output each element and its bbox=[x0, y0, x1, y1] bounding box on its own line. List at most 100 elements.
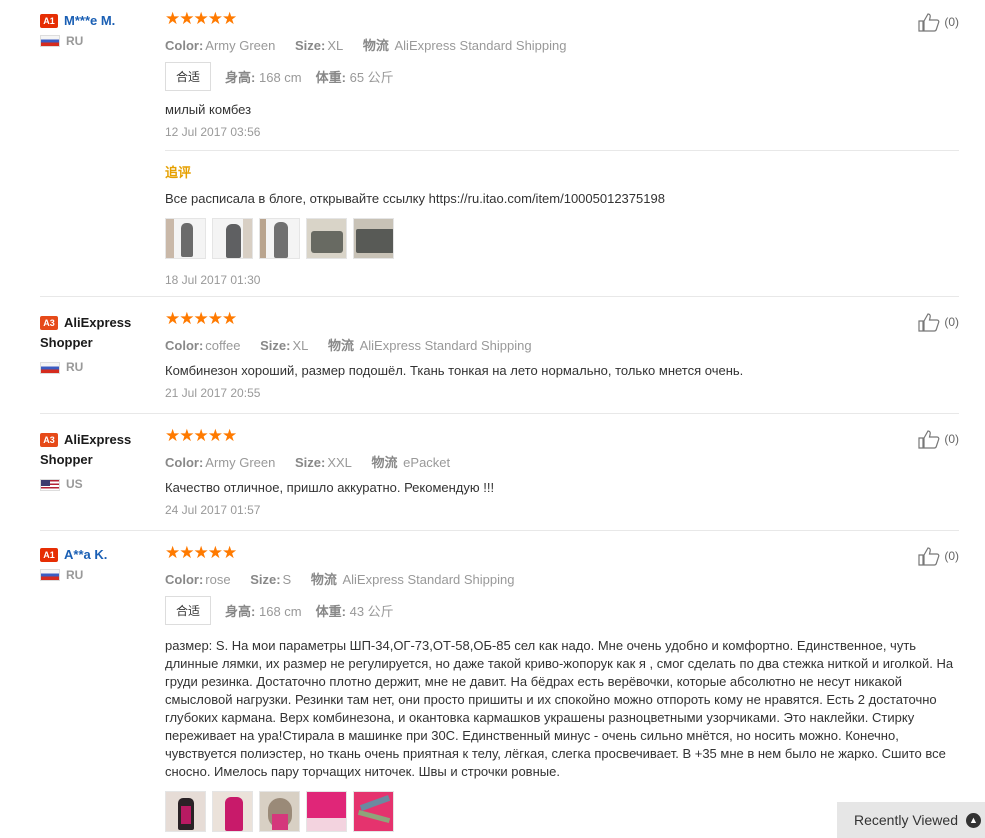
russia-flag-icon bbox=[40, 35, 60, 48]
country-code: RU bbox=[66, 360, 84, 375]
shipping-value: ePacket bbox=[403, 455, 451, 470]
review-date: 21 Jul 2017 20:55 bbox=[165, 386, 261, 400]
reviewer-name[interactable]: M***e M. bbox=[64, 13, 115, 28]
thumbs-up-icon bbox=[918, 13, 940, 32]
thumbs-up-icon bbox=[918, 547, 940, 566]
usa-flag-icon bbox=[40, 478, 60, 491]
review-text: Комбинезон хороший, размер подошёл. Ткан… bbox=[165, 363, 744, 378]
color-key: Color: bbox=[165, 338, 204, 353]
fit-tag: 合适 bbox=[165, 62, 212, 91]
helpful-button[interactable]: (0) bbox=[918, 12, 959, 32]
reviewer-country: RU bbox=[40, 358, 155, 377]
order-info: Color: Army Green Size: XXL 物流 ePacket bbox=[165, 452, 959, 471]
recently-viewed-button[interactable]: Recently Viewed ▲ bbox=[837, 802, 985, 838]
review-photo[interactable] bbox=[306, 218, 347, 259]
shipping-value: AliExpress Standard Shipping bbox=[359, 338, 532, 353]
review-photo[interactable] bbox=[353, 791, 394, 832]
shipping-key: 物流 bbox=[371, 455, 398, 470]
helpful-button[interactable]: (0) bbox=[918, 312, 959, 332]
review-date: 24 Jul 2017 01:57 bbox=[165, 503, 261, 517]
height-value: 168 cm bbox=[258, 70, 302, 85]
country-code: RU bbox=[66, 34, 84, 49]
size-key: Size: bbox=[260, 338, 291, 353]
reviewer-info: A3 AliExpress Shopper US bbox=[40, 429, 155, 494]
star-rating: ★★★★★ bbox=[165, 543, 237, 562]
review-body: ★★★★★ Color: rose Size: S 物流 AliExpress St… bbox=[165, 543, 959, 832]
helpful-count: (0) bbox=[944, 432, 959, 446]
level-badge: A1 bbox=[40, 13, 58, 28]
review-text: размер: S. На мои параметры ШП-34,ОГ-73,… bbox=[165, 638, 954, 779]
star-rating: ★★★★★ bbox=[165, 309, 237, 328]
size-value: XXL bbox=[327, 455, 352, 470]
reviewer-info: A3 AliExpress Shopper RU bbox=[40, 312, 155, 377]
reviewer-info: A1 A**a K. RU bbox=[40, 546, 155, 582]
follow-up-date: 18 Jul 2017 01:30 bbox=[165, 273, 261, 287]
reviewer-country: RU bbox=[40, 568, 155, 582]
country-code: US bbox=[66, 477, 83, 492]
review-divider bbox=[40, 530, 959, 531]
star-rating: ★★★★★ bbox=[165, 426, 237, 445]
russia-flag-icon bbox=[40, 569, 60, 582]
review-photo[interactable] bbox=[212, 218, 253, 259]
level-badge: A3 bbox=[40, 315, 58, 330]
shipping-key: 物流 bbox=[327, 338, 354, 353]
review-date: 12 Jul 2017 03:56 bbox=[165, 125, 261, 139]
review-body: ★★★★★ Color: Army Green Size: XXL 物流 ePack… bbox=[165, 426, 959, 517]
thumbs-up-icon bbox=[918, 430, 940, 449]
level-badge: A3 bbox=[40, 432, 58, 447]
size-value: S bbox=[282, 572, 292, 587]
color-key: Color: bbox=[165, 455, 204, 470]
photo-thumbnails bbox=[165, 218, 959, 259]
size-key: Size: bbox=[250, 572, 281, 587]
fit-info: 合适 身高: 168 cm 体重: 65 公斤 bbox=[165, 62, 959, 91]
thumbs-up-icon bbox=[918, 313, 940, 332]
shipping-value: AliExpress Standard Shipping bbox=[342, 572, 515, 587]
height-value: 168 cm bbox=[258, 604, 302, 619]
review-photo[interactable] bbox=[259, 218, 300, 259]
helpful-button[interactable]: (0) bbox=[918, 546, 959, 566]
size-key: Size: bbox=[294, 38, 326, 53]
shipping-value: AliExpress Standard Shipping bbox=[394, 38, 567, 53]
fit-info: 合适 身高: 168 cm 体重: 43 公斤 bbox=[165, 596, 959, 625]
color-value: Army Green bbox=[205, 38, 276, 53]
recently-viewed-label: Recently Viewed bbox=[853, 812, 958, 828]
review-photo[interactable] bbox=[259, 791, 300, 832]
shipping-key: 物流 bbox=[362, 38, 389, 53]
divider bbox=[165, 150, 959, 151]
review-photo[interactable] bbox=[165, 218, 206, 259]
size-value: XL bbox=[327, 38, 344, 53]
weight-key: 体重: bbox=[315, 70, 346, 85]
helpful-button[interactable]: (0) bbox=[918, 429, 959, 449]
helpful-count: (0) bbox=[944, 549, 959, 563]
weight-key: 体重: bbox=[315, 604, 346, 619]
weight-value: 43 公斤 bbox=[349, 604, 394, 619]
review-photo[interactable] bbox=[212, 791, 253, 832]
follow-up-label: 追评 bbox=[165, 165, 192, 180]
reviewer-country: US bbox=[40, 475, 155, 494]
star-rating: ★★★★★ bbox=[165, 9, 237, 28]
height-key: 身高: bbox=[225, 70, 256, 85]
review-photo[interactable] bbox=[353, 218, 394, 259]
helpful-count: (0) bbox=[944, 315, 959, 329]
country-code: RU bbox=[66, 568, 84, 583]
follow-up-text: Все расписала в блоге, открывайте ссылку… bbox=[165, 191, 665, 206]
color-value: Army Green bbox=[205, 455, 276, 470]
helpful-count: (0) bbox=[944, 15, 959, 29]
weight-value: 65 公斤 bbox=[349, 70, 394, 85]
color-value: coffee bbox=[205, 338, 241, 353]
reviewer-name[interactable]: A**a K. bbox=[64, 547, 107, 562]
order-info: Color: coffee Size: XL 物流 AliExpress Stand… bbox=[165, 335, 959, 354]
order-info: Color: Army Green Size: XL 物流 AliExpress S… bbox=[165, 35, 959, 54]
review-photo[interactable] bbox=[165, 791, 206, 832]
height-key: 身高: bbox=[225, 604, 256, 619]
level-badge: A1 bbox=[40, 547, 58, 562]
review-divider bbox=[40, 296, 959, 297]
reviewer-info: A1 M***e M. RU bbox=[40, 12, 155, 48]
size-value: XL bbox=[292, 338, 309, 353]
review-photo[interactable] bbox=[306, 791, 347, 832]
review-divider bbox=[40, 413, 959, 414]
color-value: rose bbox=[205, 572, 231, 587]
chevron-up-icon: ▲ bbox=[966, 812, 981, 828]
fit-tag: 合适 bbox=[165, 596, 212, 625]
review-text: милый комбез bbox=[165, 102, 252, 117]
